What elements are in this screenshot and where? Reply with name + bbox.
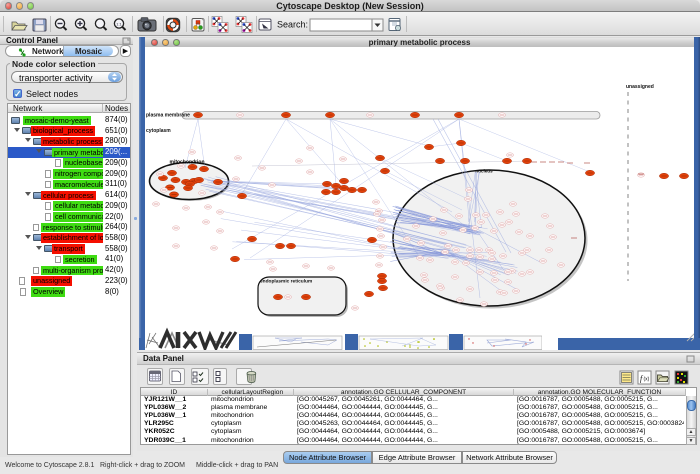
svg-text:plasma membrane: plasma membrane [146, 113, 190, 119]
svg-text:(x): (x) [644, 377, 650, 383]
svg-text:1:1: 1:1 [116, 22, 122, 27]
svg-text:Search:: Search: [277, 20, 308, 30]
svg-text:cytoplasm: cytoplasm [146, 128, 171, 134]
svg-text:nucleus: nucleus [475, 169, 493, 174]
svg-text:endoplasmic reticulum: endoplasmic reticulum [260, 279, 312, 285]
svg-text:mitochondrion: mitochondrion [170, 160, 205, 166]
svg-text:unassigned: unassigned [626, 84, 654, 90]
